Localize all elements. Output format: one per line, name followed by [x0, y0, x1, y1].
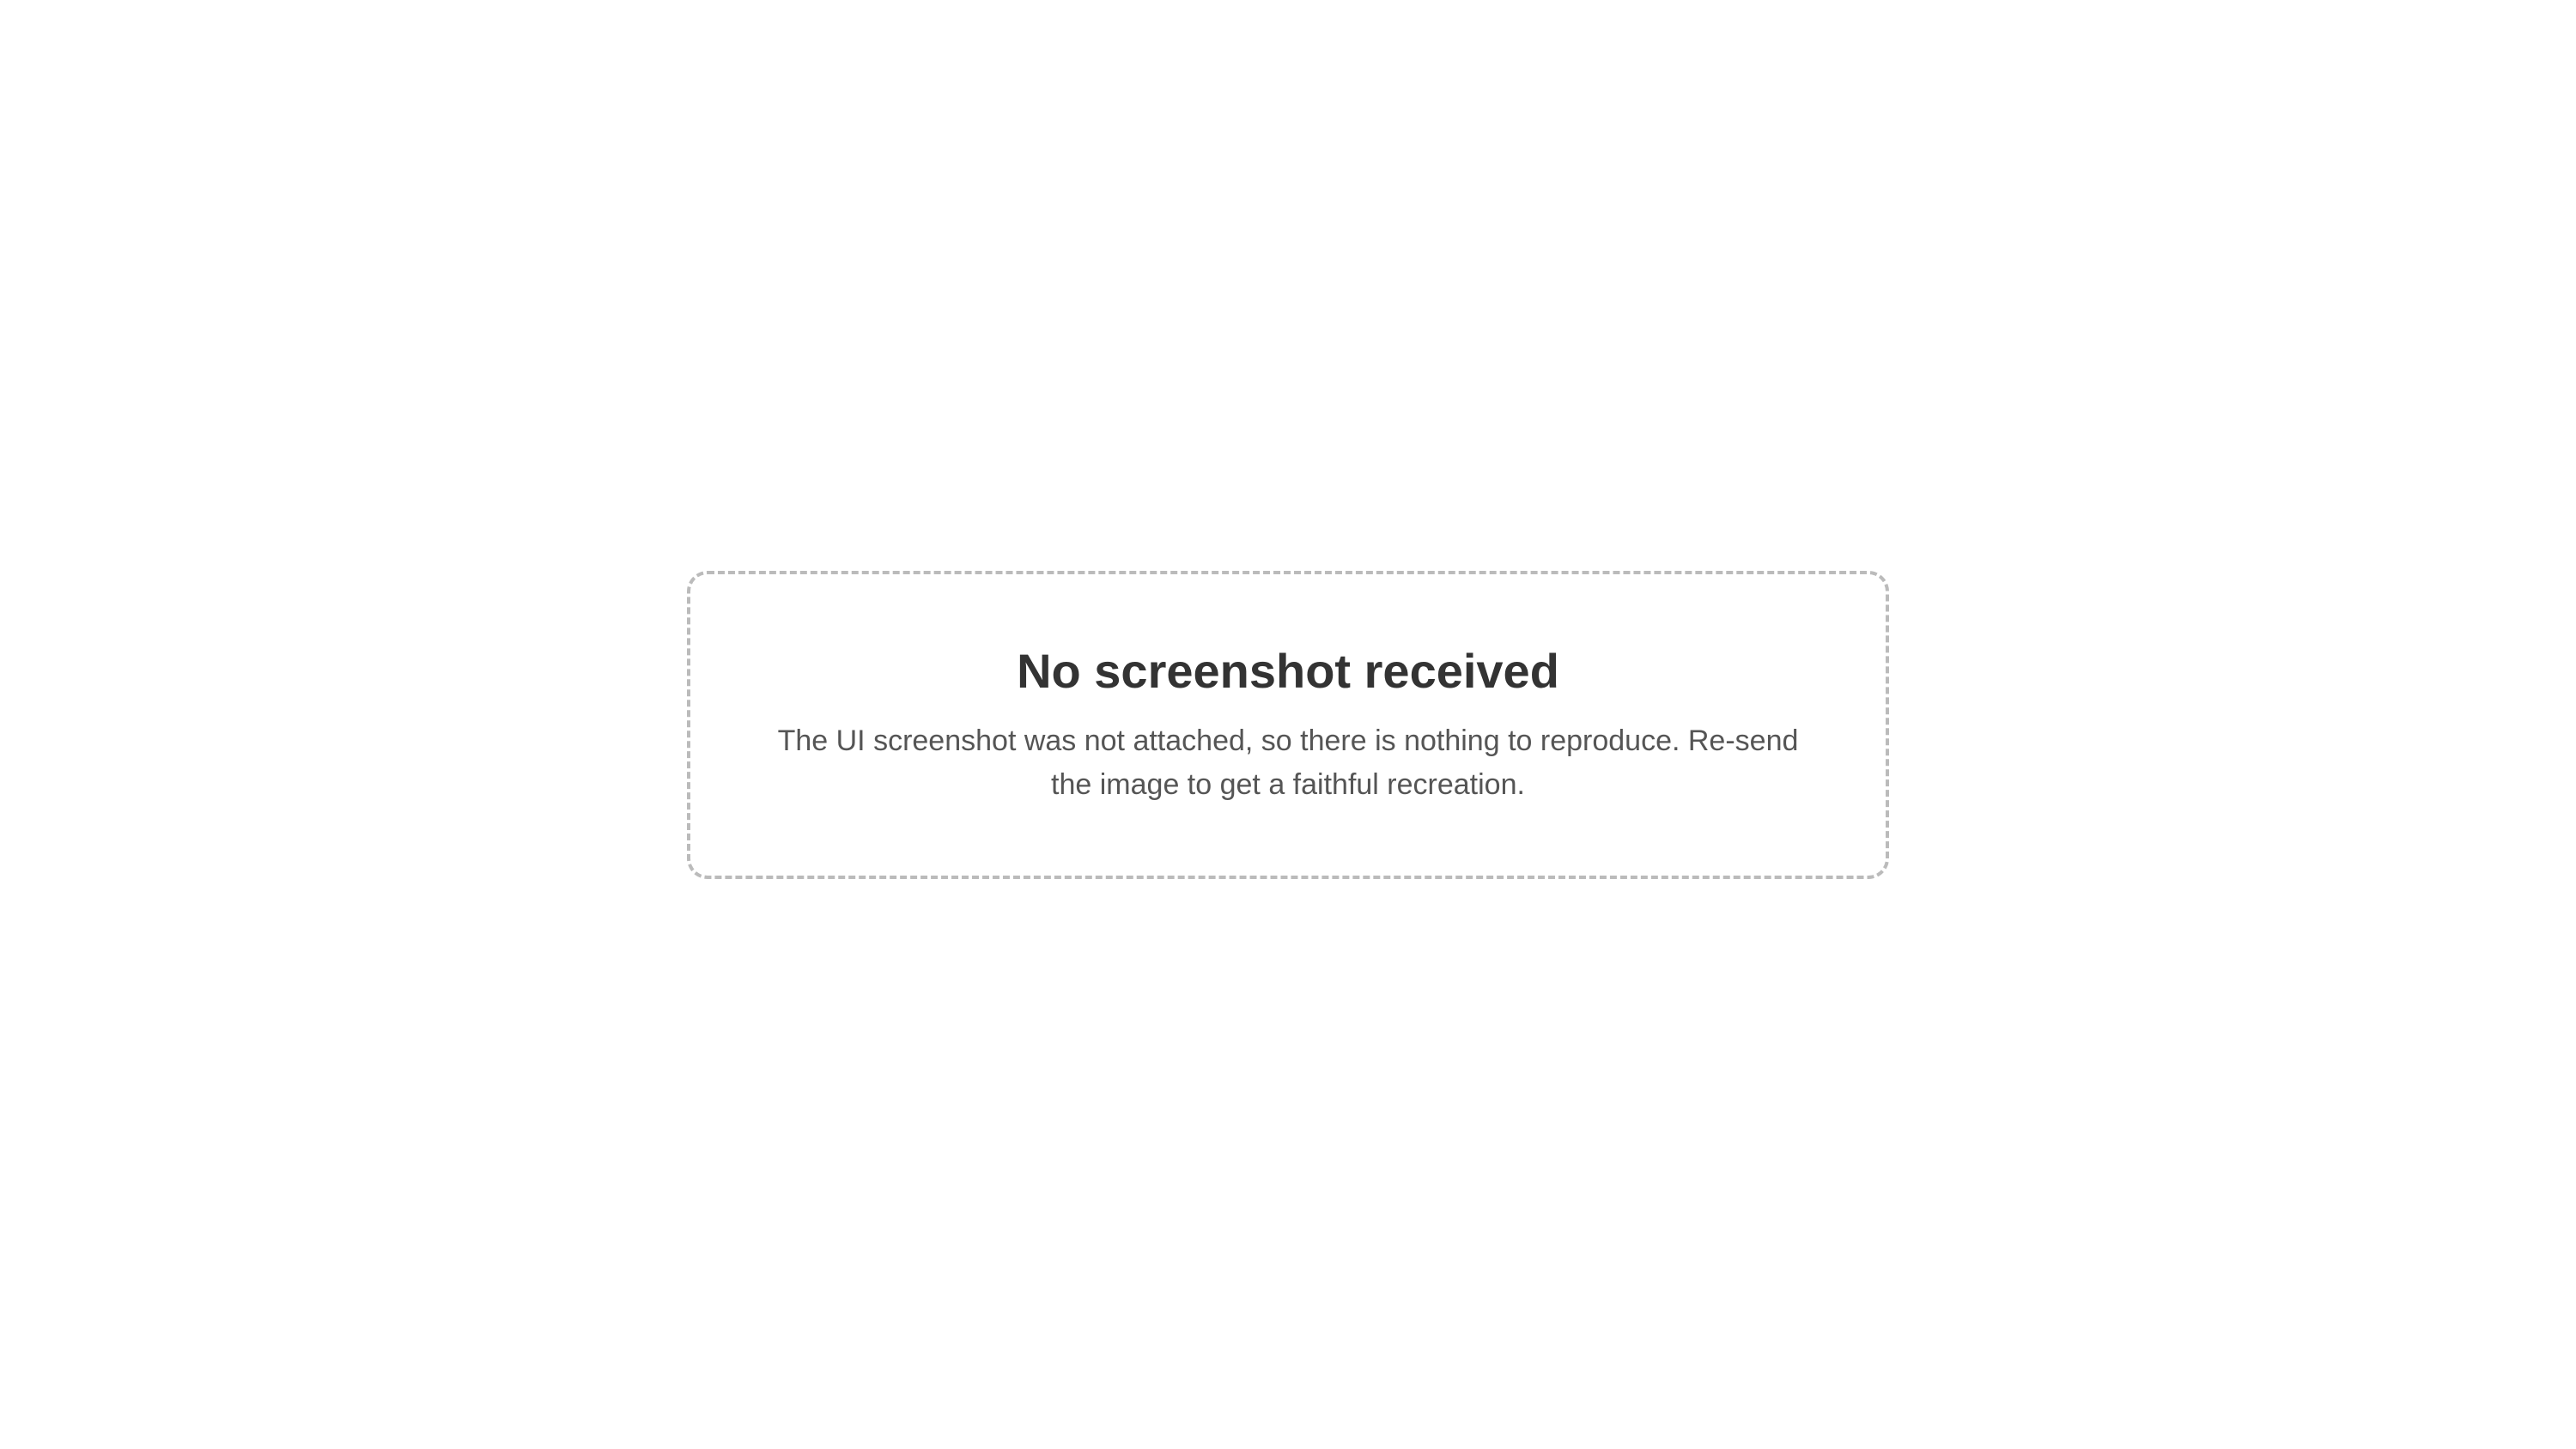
- notice-message: The UI screenshot was not attached, so t…: [777, 724, 1799, 801]
- missing-image-notice: No screenshot received The UI screenshot…: [687, 570, 1889, 879]
- notice-title: No screenshot received: [1017, 643, 1559, 698]
